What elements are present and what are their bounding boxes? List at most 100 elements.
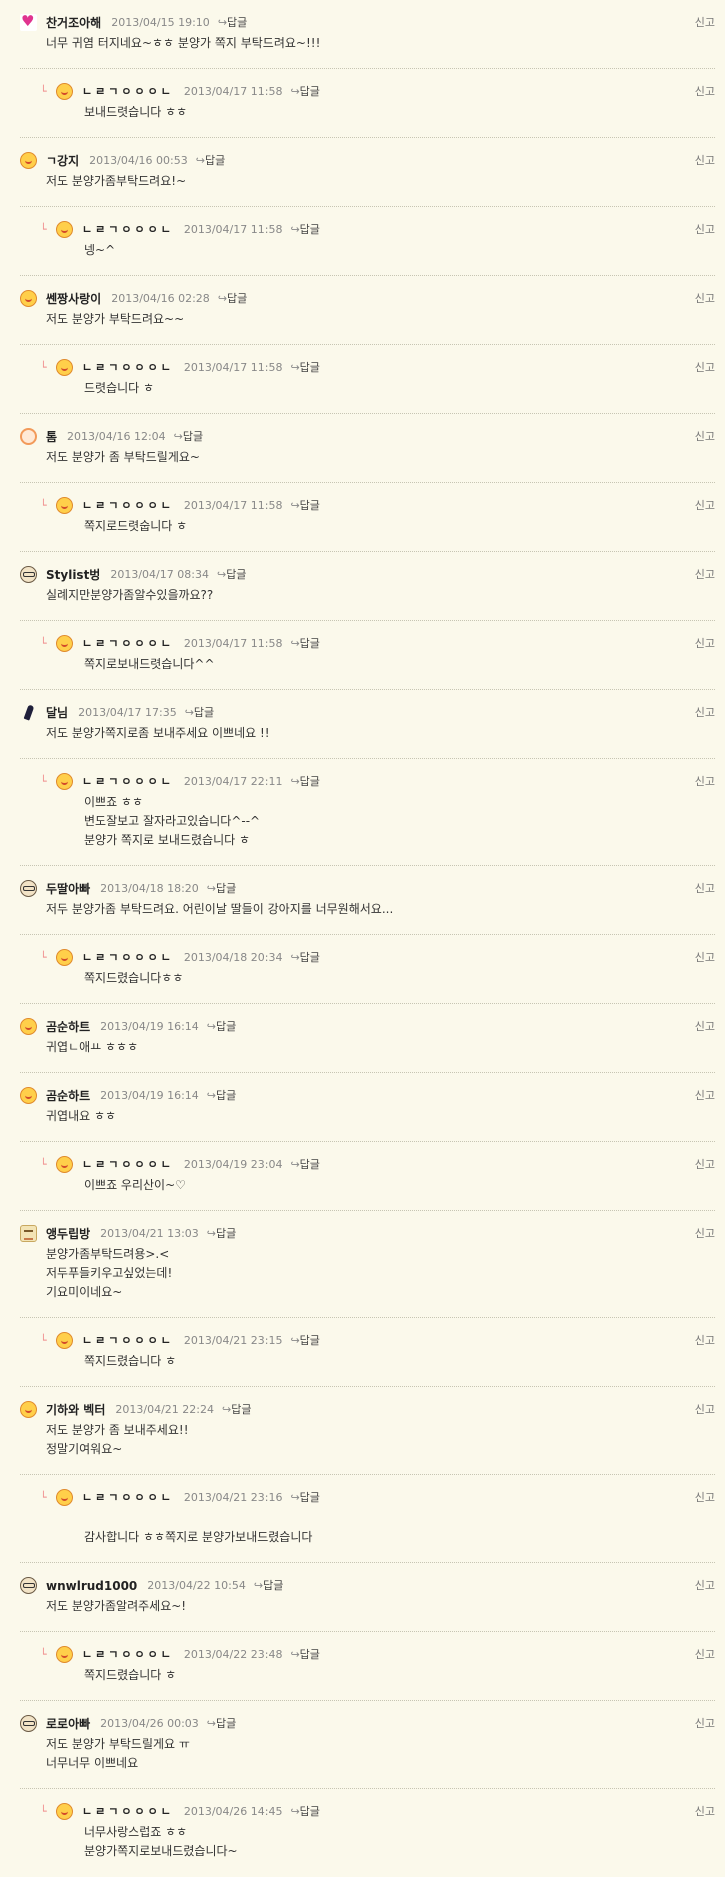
glasses-face-icon[interactable] [20, 880, 37, 897]
author-name[interactable]: ㄱ강지 [46, 152, 79, 170]
reply-button[interactable]: ↪답글 [290, 498, 319, 514]
author-name[interactable]: 곰순하트 [46, 1087, 90, 1105]
report-button[interactable]: 신고 [695, 498, 715, 514]
author-name[interactable]: 달님 [46, 704, 68, 722]
report-button[interactable]: 신고 [695, 1226, 715, 1242]
reply-button[interactable]: ↪답글 [207, 1716, 236, 1732]
author-name[interactable]: 쎈짱사랑이 [46, 290, 101, 308]
reply-button[interactable]: ↪답글 [290, 950, 319, 966]
report-button[interactable]: 신고 [695, 1402, 715, 1418]
flower-face-icon[interactable] [20, 428, 37, 445]
reply-button[interactable]: ↪답글 [290, 1490, 319, 1506]
report-button[interactable]: 신고 [695, 429, 715, 445]
author-name[interactable]: 곰순하트 [46, 1018, 90, 1036]
author-name[interactable]: ㄴㄹㄱㅇㅇㅇㄴ [82, 221, 174, 239]
report-button[interactable]: 신고 [695, 636, 715, 652]
reply-button[interactable]: ↪답글 [218, 291, 247, 307]
reply-button[interactable]: ↪답글 [196, 153, 225, 169]
yellow-face-icon[interactable] [56, 221, 73, 238]
yellow-face-icon[interactable] [56, 1646, 73, 1663]
report-button[interactable]: 신고 [695, 1490, 715, 1506]
report-button[interactable]: 신고 [695, 222, 715, 238]
author-name[interactable]: 두딸아빠 [46, 880, 90, 898]
reply-button[interactable]: ↪답글 [290, 774, 319, 790]
author-name[interactable]: ㄴㄹㄱㅇㅇㅇㄴ [82, 1646, 174, 1664]
report-button[interactable]: 신고 [695, 705, 715, 721]
reply-button[interactable]: ↪답글 [207, 881, 236, 897]
reply-button[interactable]: ↪답글 [290, 222, 319, 238]
report-button[interactable]: 신고 [695, 291, 715, 307]
author-name[interactable]: ㄴㄹㄱㅇㅇㅇㄴ [82, 1332, 174, 1350]
report-button[interactable]: 신고 [695, 1088, 715, 1104]
yellow-face-icon[interactable] [56, 359, 73, 376]
reply-button[interactable]: ↪답글 [207, 1226, 236, 1242]
report-button[interactable]: 신고 [695, 84, 715, 100]
reply-button[interactable]: ↪답글 [290, 84, 319, 100]
author-name[interactable]: 톰 [46, 428, 57, 446]
reply-button[interactable]: ↪답글 [254, 1578, 283, 1594]
reply-button[interactable]: ↪답글 [174, 429, 203, 445]
yellow-face-icon[interactable] [56, 635, 73, 652]
yellow-face-icon[interactable] [20, 1087, 37, 1104]
pixel-square-icon[interactable] [20, 1225, 37, 1242]
reply-button[interactable]: ↪답글 [217, 567, 246, 583]
report-button[interactable]: 신고 [695, 1019, 715, 1035]
yellow-face-icon[interactable] [56, 83, 73, 100]
author-name[interactable]: 기하와 벡터 [46, 1401, 105, 1419]
glasses-face-icon[interactable] [20, 566, 37, 583]
yellow-face-icon[interactable] [20, 1018, 37, 1035]
reply-button[interactable]: ↪답글 [290, 636, 319, 652]
glasses-face-icon[interactable] [20, 1715, 37, 1732]
author-name[interactable]: ㄴㄹㄱㅇㅇㅇㄴ [82, 1489, 174, 1507]
yellow-face-icon[interactable] [20, 290, 37, 307]
report-button[interactable]: 신고 [695, 153, 715, 169]
report-button[interactable]: 신고 [695, 1647, 715, 1663]
report-button[interactable]: 신고 [695, 1716, 715, 1732]
reply-button[interactable]: ↪답글 [290, 360, 319, 376]
yellow-face-icon[interactable] [20, 152, 37, 169]
author-name[interactable]: 앵두립방 [46, 1225, 90, 1243]
yellow-face-icon[interactable] [56, 1156, 73, 1173]
glasses-face-icon[interactable] [20, 1577, 37, 1594]
report-button[interactable]: 신고 [695, 950, 715, 966]
report-button[interactable]: 신고 [695, 1578, 715, 1594]
yellow-face-icon[interactable] [20, 1401, 37, 1418]
author-name[interactable]: wnwlrud1000 [46, 1577, 137, 1595]
report-button[interactable]: 신고 [695, 1804, 715, 1820]
report-button[interactable]: 신고 [695, 1333, 715, 1349]
reply-button[interactable]: ↪답글 [290, 1804, 319, 1820]
reply-button[interactable]: ↪답글 [222, 1402, 251, 1418]
author-name[interactable]: ㄴㄹㄱㅇㅇㅇㄴ [82, 773, 174, 791]
reply-button[interactable]: ↪답글 [185, 705, 214, 721]
report-button[interactable]: 신고 [695, 360, 715, 376]
author-name[interactable]: ㄴㄹㄱㅇㅇㅇㄴ [82, 949, 174, 967]
author-name[interactable]: 로로아빠 [46, 1715, 90, 1733]
author-name[interactable]: 찬거조아해 [46, 14, 101, 32]
dark-figure-icon[interactable] [20, 704, 37, 721]
reply-button[interactable]: ↪답글 [218, 15, 247, 31]
reply-button[interactable]: ↪답글 [207, 1019, 236, 1035]
report-button[interactable]: 신고 [695, 774, 715, 790]
author-name[interactable]: Stylist벙 [46, 566, 100, 584]
author-name[interactable]: ㄴㄹㄱㅇㅇㅇㄴ [82, 635, 174, 653]
yellow-face-icon[interactable] [56, 1489, 73, 1506]
reply-button[interactable]: ↪답글 [207, 1088, 236, 1104]
author-name[interactable]: ㄴㄹㄱㅇㅇㅇㄴ [82, 1156, 174, 1174]
yellow-face-icon[interactable] [56, 1803, 73, 1820]
report-button[interactable]: 신고 [695, 1157, 715, 1173]
report-button[interactable]: 신고 [695, 567, 715, 583]
report-button[interactable]: 신고 [695, 881, 715, 897]
yellow-face-icon[interactable] [56, 773, 73, 790]
author-name[interactable]: ㄴㄹㄱㅇㅇㅇㄴ [82, 497, 174, 515]
reply-button[interactable]: ↪답글 [290, 1647, 319, 1663]
author-name[interactable]: ㄴㄹㄱㅇㅇㅇㄴ [82, 359, 174, 377]
reply-button[interactable]: ↪답글 [290, 1157, 319, 1173]
reply-button[interactable]: ↪답글 [290, 1333, 319, 1349]
pink-heart-icon[interactable] [20, 12, 37, 31]
yellow-face-icon[interactable] [56, 497, 73, 514]
author-name[interactable]: ㄴㄹㄱㅇㅇㅇㄴ [82, 1803, 174, 1821]
report-button[interactable]: 신고 [695, 15, 715, 31]
yellow-face-icon[interactable] [56, 949, 73, 966]
author-name[interactable]: ㄴㄹㄱㅇㅇㅇㄴ [82, 83, 174, 101]
yellow-face-icon[interactable] [56, 1332, 73, 1349]
